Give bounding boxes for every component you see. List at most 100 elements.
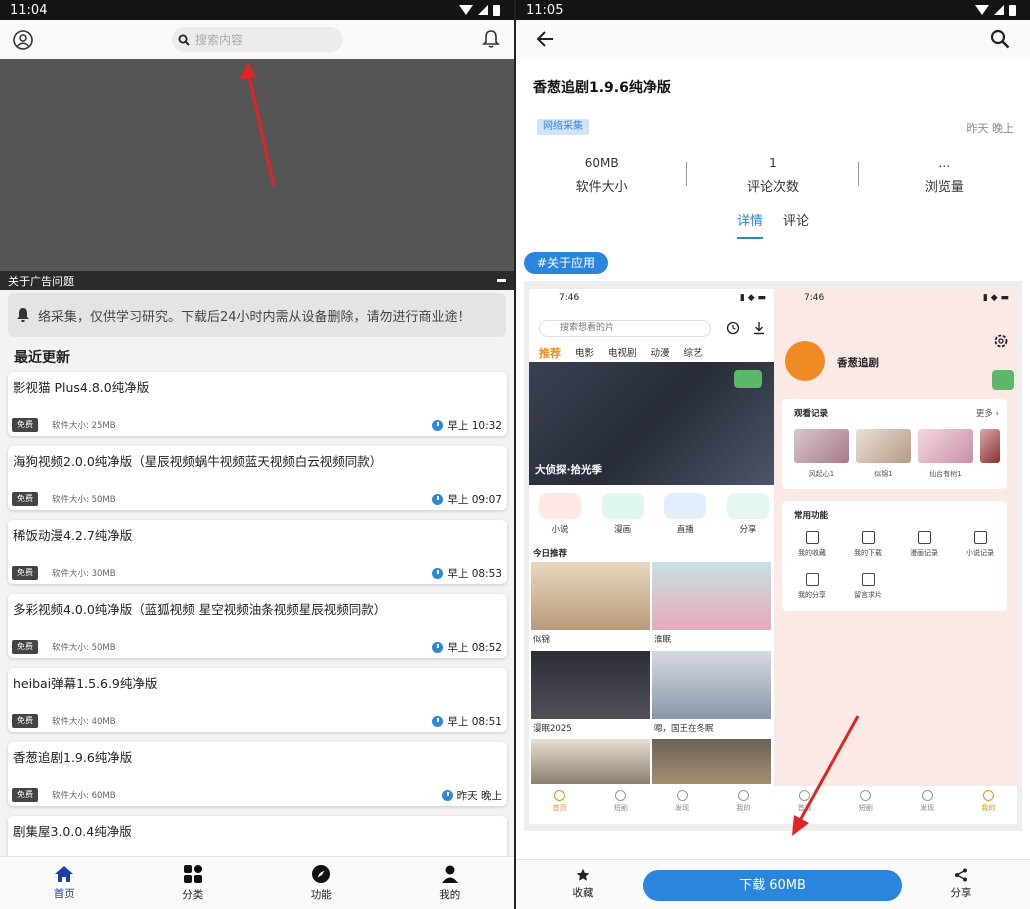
- download-button[interactable]: 下载 60MB: [643, 870, 902, 901]
- mini-mine-icon: [982, 790, 994, 801]
- free-badge: 免费: [12, 566, 38, 580]
- item-title: 影视猫 Plus4.8.0纯净版: [13, 380, 150, 395]
- nav-category[interactable]: 分类: [129, 857, 258, 909]
- search-input[interactable]: 搜索内容: [172, 27, 343, 52]
- list-item[interactable]: 多彩视频4.0.0纯净版（蓝狐视频 星空视频油条视频星辰视频同款） 免费 软件大…: [8, 594, 507, 658]
- share-icon: [726, 493, 769, 519]
- favorite-button[interactable]: 收藏: [568, 868, 598, 900]
- clock-icon: [432, 568, 444, 579]
- tab-details[interactable]: 详情: [736, 210, 763, 239]
- search-icon[interactable]: [990, 29, 1010, 49]
- update-date: 昨天 晚上: [966, 122, 1015, 135]
- clock-icon: [432, 716, 444, 727]
- mini-nav-discover: 发现: [897, 786, 958, 824]
- status-icons: [459, 4, 500, 16]
- share-icon: [955, 868, 967, 882]
- mini-poster: [652, 739, 771, 784]
- mini-poster: [531, 562, 650, 630]
- mini-poster: [531, 739, 650, 784]
- star-icon: [576, 868, 590, 881]
- mini-func-request: 留言求片: [840, 573, 896, 600]
- list-item[interactable]: 影视猫 Plus4.8.0纯净版 免费 软件大小: 25MB 早上 10:32: [8, 372, 507, 436]
- gear-icon: [994, 334, 1008, 348]
- app-screenshot-home: 7:46 ▮ ◆ ▬ 搜索想看的片 推荐 电影 电视剧 动漫 综艺 大侦探·拾光季…: [529, 289, 774, 824]
- book-icon: [973, 531, 987, 544]
- share-button[interactable]: 分享: [946, 868, 976, 900]
- left-screen: 11:04 搜索内容 关于广告问题 络采集，仅供学习研究。下载后24小时内需从设…: [0, 0, 514, 909]
- free-badge: 免费: [12, 418, 38, 432]
- mini-func-share: 我的分享: [784, 573, 840, 600]
- status-time: 11:04: [10, 2, 48, 18]
- stats-row: 60MB 软件大小 1 评论次数 ... 浏览量: [516, 156, 1030, 196]
- mini-nav-mine: 我的: [713, 786, 774, 824]
- mini-bottom-nav: 首页 短剧 发现 我的: [529, 786, 774, 824]
- nav-home-label: 首页: [53, 888, 75, 900]
- list-item[interactable]: 香葱追剧1.9.6纯净版 免费 软件大小: 60MB 昨天 晚上: [8, 742, 507, 806]
- mini-more-badge: [734, 370, 762, 388]
- mini-nav-discover: 发现: [652, 786, 713, 824]
- nav-category-label: 分类: [182, 889, 204, 901]
- nav-function[interactable]: 功能: [257, 857, 386, 909]
- clock-icon: [432, 642, 444, 653]
- mini-poster: [531, 651, 650, 719]
- mini-nav-drama: 短剧: [835, 786, 896, 824]
- minimize-icon[interactable]: [497, 279, 506, 282]
- mini-nav-mine-label: 我的: [981, 804, 996, 812]
- home-icon: [55, 866, 74, 882]
- profile-icon[interactable]: [12, 29, 34, 51]
- mini-func-downloads: 我的下载: [840, 531, 896, 558]
- mini-search-placeholder: 搜索想看的片: [560, 323, 615, 333]
- top-bar: 搜索内容: [0, 20, 514, 59]
- item-title: 海狗视频2.0.0纯净版（星辰视频蜗牛视频蓝天视频白云视频同款）: [13, 454, 383, 469]
- mini-nav-drama-label: 短剧: [613, 804, 628, 812]
- nav-home[interactable]: 首页: [0, 857, 129, 909]
- share-out-icon: [805, 573, 819, 586]
- ad-info-bar[interactable]: 关于广告问题: [0, 271, 514, 290]
- list-item[interactable]: 稀饭动漫4.2.7纯净版 免费 软件大小: 30MB 早上 08:53: [8, 520, 507, 584]
- comic-icon: [601, 493, 644, 519]
- screenshot-gallery[interactable]: 7:46 ▮ ◆ ▬ 搜索想看的片 推荐 电影 电视剧 动漫 综艺 大侦探·拾光季…: [524, 281, 1022, 831]
- mini-func-novels: 小说记录: [952, 531, 1008, 558]
- mini-quick-novel-label: 小说: [551, 525, 569, 535]
- mini-history-label: 仙台有树1: [929, 470, 962, 478]
- app-screenshot-profile: 7:46 ▮ ◆ ▬ 香葱追剧 观看记录 更多 › 风起心1 似锦1 仙台有树1 …: [774, 289, 1017, 824]
- top-bar: [516, 20, 1030, 59]
- mini-history-label: 似锦1: [874, 470, 893, 478]
- item-time-text: 早上 10:32: [447, 420, 502, 432]
- list-item[interactable]: 海狗视频2.0.0纯净版（星辰视频蜗牛视频蓝天视频白云视频同款） 免费 软件大小…: [8, 446, 507, 510]
- compass-icon: [312, 865, 331, 883]
- item-title: heibai弹幕1.5.6.9纯净版: [13, 676, 158, 691]
- status-icons: [975, 4, 1016, 16]
- download-icon: [754, 322, 764, 335]
- mini-quick-novel: 小说: [539, 493, 581, 535]
- item-title: 香葱追剧1.9.6纯净版: [13, 750, 133, 765]
- mini-discover-icon: [676, 790, 688, 801]
- notice-bar: 络采集，仅供学习研究。下载后24小时内需从设备删除，请勿进行商业途！: [8, 293, 506, 337]
- history-icon: [726, 321, 740, 335]
- item-time-text: 早上 09:07: [447, 494, 502, 506]
- note-icon: [861, 573, 875, 586]
- mini-mine-icon: [737, 790, 749, 801]
- mini-more-badge: [992, 370, 1014, 390]
- list-item[interactable]: heibai弹幕1.5.6.9纯净版 免费 软件大小: 40MB 早上 08:5…: [8, 668, 507, 732]
- mini-today-label: 今日推荐: [533, 549, 568, 559]
- nav-mine[interactable]: 我的: [386, 857, 515, 909]
- mini-status-icons: ▮ ◆ ▬: [982, 293, 1009, 303]
- tab-comments[interactable]: 评论: [783, 210, 809, 239]
- stat-views-value: ...: [938, 156, 951, 170]
- mini-quick-comic-label: 漫画: [614, 525, 632, 535]
- mini-poster: [652, 562, 771, 630]
- back-arrow-icon[interactable]: [536, 30, 554, 48]
- ad-banner[interactable]: [0, 59, 514, 271]
- item-size: 软件大小: 60MB: [52, 791, 116, 801]
- about-app-chip[interactable]: #关于应用: [524, 252, 609, 274]
- bell-icon[interactable]: [482, 29, 500, 49]
- nav-mine-label: 我的: [439, 889, 461, 901]
- mini-poster-title: 漫眠2025: [533, 724, 572, 734]
- right-screen: 11:05 香葱追剧1.9.6纯净版 网络采集 昨天 晚上 60MB 软件大小 …: [516, 0, 1030, 909]
- mini-history-thumb: [794, 429, 849, 463]
- mini-func-request-label: 留言求片: [854, 591, 882, 599]
- item-time-text: 早上 08:52: [447, 642, 502, 654]
- user-icon: [441, 865, 458, 883]
- free-badge: 免费: [12, 492, 38, 506]
